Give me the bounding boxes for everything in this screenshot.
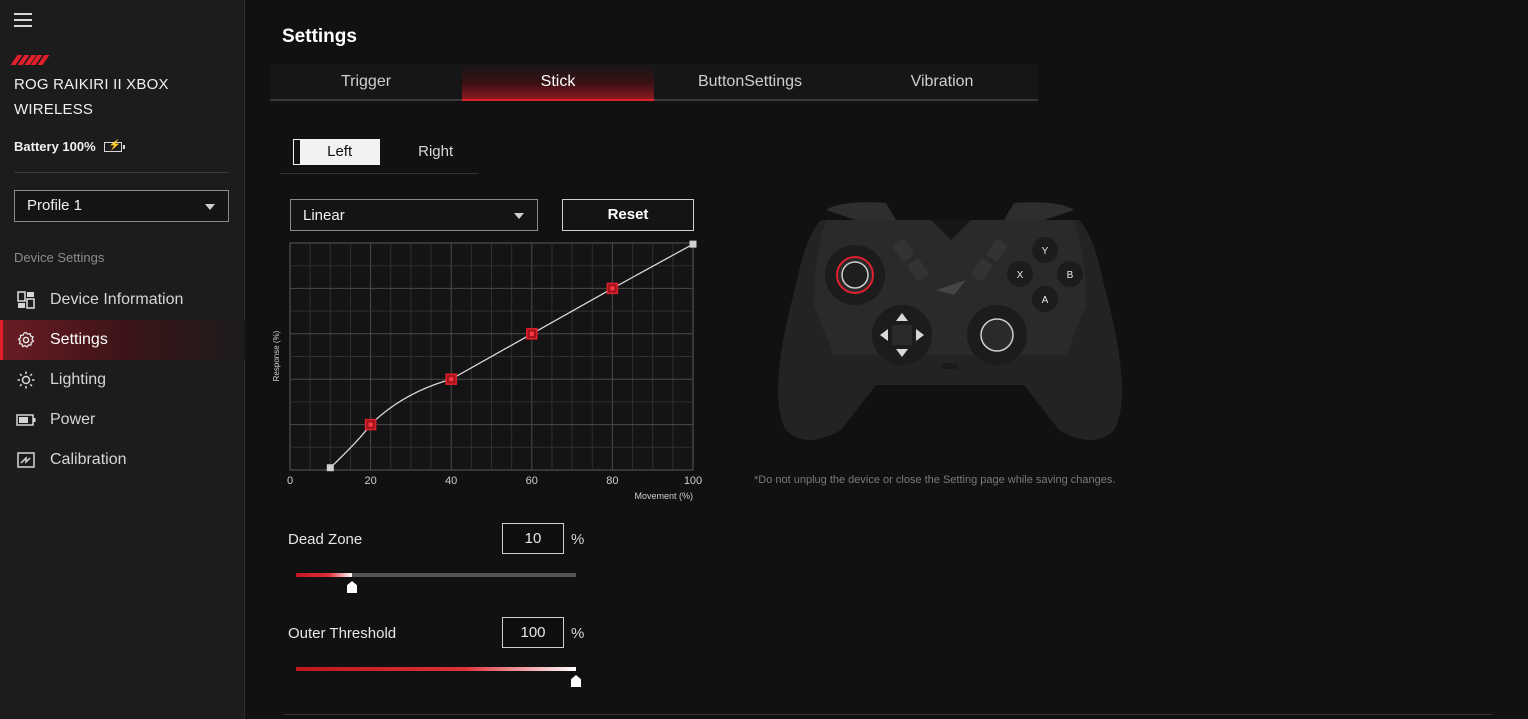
left-stick-cap (841, 261, 869, 289)
sidebar-item-label: Power (50, 411, 96, 428)
section-label: Device Settings (14, 250, 105, 265)
right-stick-button[interactable]: Right (393, 140, 478, 164)
gear-icon (16, 330, 36, 350)
dead-zone-slider[interactable] (296, 573, 576, 593)
curve-control-point-center (529, 331, 534, 336)
page-title: Settings (282, 26, 357, 47)
profile-value: Profile 1 (27, 197, 83, 214)
dead-zone-label: Dead Zone (288, 531, 363, 548)
outer-threshold-input[interactable] (502, 617, 564, 648)
tab-stick[interactable]: Stick (462, 64, 654, 101)
tab-trigger[interactable]: Trigger (270, 64, 462, 99)
outer-threshold-slider-fill (296, 667, 576, 671)
x-tick-label: 100 (684, 475, 702, 487)
curve-control-point-center (610, 286, 615, 291)
sidebar-item-power[interactable]: Power (0, 400, 245, 440)
sidebar: ROG RAIKIRI II XBOX WIRELESS Battery 100… (0, 0, 245, 719)
controller-illustration: Y X B A (778, 202, 1122, 440)
sidebar-item-calibration[interactable]: Calibration (0, 440, 245, 480)
b-button-label: B (1067, 270, 1074, 281)
sun-icon (16, 370, 36, 390)
reset-button[interactable]: Reset (562, 199, 694, 231)
x-tick-label: 20 (364, 475, 376, 487)
curve-control-point-center (368, 422, 373, 427)
calibration-icon (16, 450, 36, 470)
settings-tabs: Trigger Stick ButtonSettings Vibration (270, 64, 1038, 101)
sidebar-item-label: Lighting (50, 371, 107, 388)
right-stick-cap (980, 318, 1014, 352)
dpad (892, 325, 912, 345)
y-axis-label: Response (%) (272, 330, 281, 381)
x-tick-labels: 0 20 40 60 80 100 (287, 475, 702, 487)
divider (284, 714, 1492, 715)
x-tick-label: 60 (526, 475, 538, 487)
curve-endpoint[interactable] (689, 240, 697, 248)
curve-control-point-center (449, 377, 454, 382)
a-button-label: A (1042, 295, 1049, 306)
dead-zone-slider-fill (296, 573, 352, 577)
stick-side-toggle: Left Right (280, 139, 478, 174)
sidebar-item-label: Calibration (50, 451, 127, 468)
tab-vibration[interactable]: Vibration (846, 64, 1038, 99)
y-button-label: Y (1042, 246, 1049, 257)
curve-endpoint[interactable] (326, 464, 334, 472)
sidebar-item-label: Settings (50, 331, 108, 348)
sidebar-item-label: Device Information (50, 291, 184, 308)
menu-icon[interactable] (14, 13, 32, 27)
outer-threshold-slider-thumb[interactable] (571, 675, 581, 687)
x-tick-label: 0 (287, 475, 293, 487)
chevron-down-icon (205, 204, 215, 210)
battery-label: Battery 100% (14, 139, 96, 154)
curve-type-select[interactable]: Linear (290, 199, 538, 231)
dead-zone-slider-thumb[interactable] (347, 581, 357, 593)
port (942, 363, 958, 369)
curve-type-value: Linear (303, 207, 345, 224)
dead-zone-input[interactable] (502, 523, 564, 554)
divider (14, 172, 229, 173)
x-tick-label: 80 (606, 475, 618, 487)
outer-threshold-slider[interactable] (296, 667, 581, 687)
rog-logo (10, 55, 50, 65)
device-name: ROG RAIKIRI II XBOX WIRELESS (14, 76, 169, 118)
battery-status: Battery 100% ⚡ (14, 139, 125, 154)
sidebar-item-settings[interactable]: Settings (0, 320, 245, 360)
outer-threshold-unit: % (571, 625, 585, 642)
chevron-down-icon (514, 213, 524, 219)
outer-threshold-label: Outer Threshold (288, 625, 397, 642)
battery-icon (16, 410, 36, 430)
x-axis-label: Movement (%) (634, 491, 693, 501)
profile-select[interactable]: Profile 1 (14, 190, 229, 222)
tab-button-settings[interactable]: ButtonSettings (654, 64, 846, 99)
response-curve-chart[interactable]: 0 20 40 60 80 100 Movement (%) Response (%) (268, 238, 708, 508)
sidebar-item-device-information[interactable]: Device Information (0, 280, 245, 320)
x-button-label: X (1017, 270, 1024, 281)
grid-icon (16, 290, 36, 310)
battery-charging-icon: ⚡ (103, 140, 125, 152)
sidebar-item-lighting[interactable]: Lighting (0, 360, 245, 400)
right-bumper (1004, 202, 1074, 220)
saving-note: *Do not unplug the device or close the S… (754, 474, 1116, 486)
dead-zone-unit: % (571, 531, 585, 548)
left-stick-button[interactable]: Left (292, 139, 381, 165)
sidebar-nav: Device Information Settings Lighting Pow… (0, 280, 245, 480)
left-bumper (826, 202, 896, 220)
x-tick-label: 40 (445, 475, 457, 487)
